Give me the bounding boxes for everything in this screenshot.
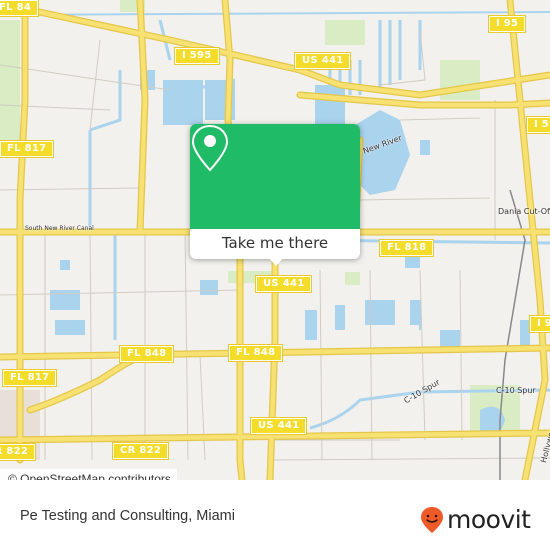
road-shield-us441: US 441	[293, 52, 352, 70]
road-shield-fl84: FL 84	[0, 0, 40, 17]
brand-name: moovit	[447, 505, 531, 534]
location-pin-icon	[191, 124, 229, 172]
footer: Pe Testing and Consulting, Miami moovit	[0, 489, 550, 550]
road-shield-i595: I 595	[526, 116, 550, 134]
label-dania-cutoff-canal: Dania Cut-Off Canal	[498, 207, 550, 216]
road-shield-i95: I 95	[528, 315, 550, 333]
road-shield-fl817: FL 817	[1, 369, 58, 387]
map[interactable]: FL 84 I 595 US 441 I 95 I 595 FL 817 FL …	[0, 0, 550, 480]
road-shield-cr822: CR 822	[0, 443, 37, 461]
road-shield-cr822: CR 822	[111, 442, 170, 460]
road-shield-fl848: FL 848	[227, 344, 284, 362]
label-c10-spur: C-10 Spur	[496, 386, 536, 395]
road-shield-i95: I 95	[487, 15, 527, 33]
label-south-new-river-canal: South New River Canal	[25, 225, 94, 232]
road-shield-fl817: FL 817	[0, 140, 55, 158]
moovit-pin-icon	[421, 507, 443, 533]
road-shield-fl818: FL 818	[378, 239, 435, 257]
road-shield-fl848: FL 848	[118, 345, 175, 363]
take-me-there-button[interactable]: Take me there	[190, 229, 360, 259]
map-attribution[interactable]: © OpenStreetMap contributors	[0, 469, 177, 480]
location-popup[interactable]: Take me there	[190, 124, 360, 266]
moovit-logo[interactable]: moovit	[420, 506, 531, 534]
popup-header[interactable]	[190, 124, 360, 229]
place-name: Pe Testing and Consulting, Miami	[20, 508, 235, 524]
road-shield-us441: US 441	[249, 417, 308, 435]
road-shield-i595: I 595	[174, 47, 220, 65]
road-shield-us441: US 441	[254, 275, 313, 293]
popup-pointer	[268, 257, 284, 266]
